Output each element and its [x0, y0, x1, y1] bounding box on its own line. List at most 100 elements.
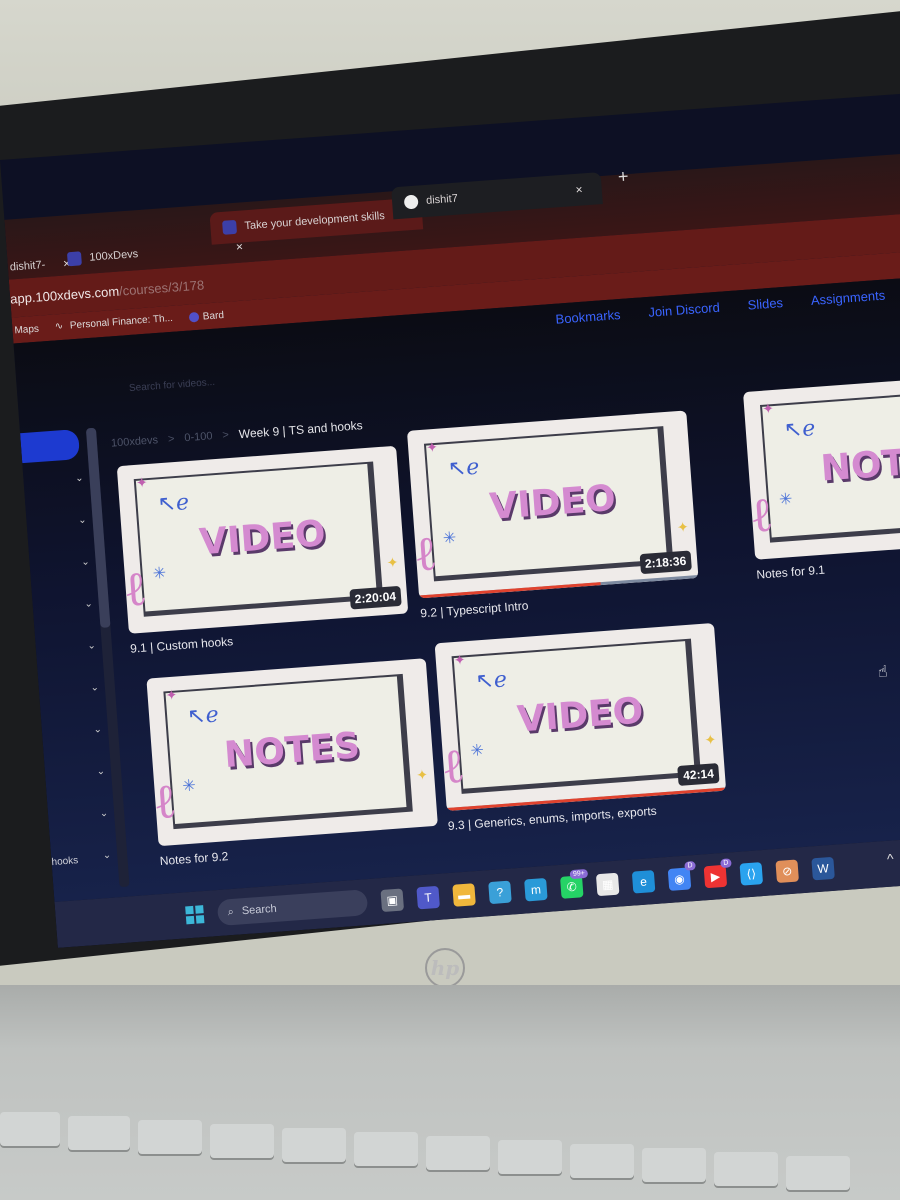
sidebar-item[interactable]: ⌄ — [36, 640, 103, 665]
duration-badge: 2:20:04 — [349, 585, 402, 610]
nav-bookmarks[interactable]: Bookmarks — [555, 307, 621, 327]
breadcrumb: 100xdevs > 0-100 > Week 9 | TS and hooks — [111, 418, 364, 450]
sidebar-item[interactable]: ⌄ — [39, 682, 106, 707]
breadcrumb-separator: > — [167, 432, 175, 446]
chevron-down-icon[interactable]: ⌄ — [84, 598, 93, 610]
sidebar-item[interactable]: ⌄ — [45, 766, 112, 791]
notes-card[interactable]: ✦ ↖ℯ ✳ ✦ ℓ NOTES Notes for 9.2 — [146, 658, 439, 868]
tab-label: Take your development skills — [244, 209, 386, 233]
bookmark-personal-finance[interactable]: ∿ Personal Finance: Th... — [54, 313, 173, 333]
notification-badge: D — [684, 860, 696, 871]
teams-icon[interactable]: T — [416, 885, 440, 910]
laptop-screen: dishit7- × 100xDevs × Take your developm… — [0, 91, 900, 948]
notes-card[interactable]: ✦ ↖ℯ ✳ ✦ ℓ NOTESNotes for 9.1 — [743, 371, 900, 582]
taskbar-search[interactable]: ⌕ Search — [216, 889, 369, 927]
swirl-icon: ℓ — [151, 772, 179, 831]
search-icon: ⌕ — [227, 905, 235, 918]
breadcrumb-0-100[interactable]: 0-100 — [184, 430, 213, 444]
video-card[interactable]: ✦ ↖ℯ ✳ ✦ ℓ VIDEO 2:18:36 9.2 | Typescript … — [406, 410, 700, 620]
key — [138, 1120, 202, 1154]
breadcrumb-100xdevs[interactable]: 100xdevs — [111, 434, 159, 449]
file-explorer-icon[interactable]: ▬ — [452, 883, 476, 907]
card-thumbnail[interactable]: ✦ ↖ℯ ✳ ✦ ℓ VIDEO 2:20:04 — [116, 445, 409, 634]
duration-badge: 2:18:36 — [639, 550, 692, 575]
hand-cursor-icon: ☝ — [877, 663, 889, 682]
chevron-down-icon[interactable]: ⌄ — [81, 557, 90, 569]
key — [0, 1112, 60, 1146]
chrome-icon[interactable]: ◉ D — [667, 860, 696, 891]
new-tab-button[interactable]: + — [617, 166, 629, 188]
curly-arrow-icon: ↖ℯ — [156, 489, 190, 517]
pin-icon: ✦ — [165, 686, 178, 704]
video-card[interactable]: ✦ ↖ℯ ✳ ✦ ℓ VIDEO 2:20:04 9.1 | Custom hook… — [116, 445, 410, 656]
keyboard — [0, 1100, 900, 1200]
vscode-icon[interactable]: ⟨⟩ — [739, 862, 764, 886]
sidebar-item[interactable]: ⌄ — [33, 598, 100, 623]
github-icon — [403, 194, 419, 210]
card-thumbnail[interactable]: ✦ ↖ℯ ✳ ✦ ℓ NOTES — [743, 371, 900, 560]
chevron-down-icon[interactable]: ⌄ — [87, 640, 96, 652]
key — [570, 1144, 634, 1178]
sidebar-item[interactable]: ⌄ — [26, 514, 93, 539]
curly-arrow-icon: ↖ℯ — [186, 701, 220, 729]
chevron-down-icon[interactable]: ⌄ — [93, 724, 102, 736]
key — [714, 1152, 778, 1186]
sparkle-icon: ✦ — [704, 731, 717, 748]
sidebar-item[interactable]: ⌄ — [42, 724, 109, 749]
sidebar-item-week-9[interactable]: hooks ⌄ — [51, 849, 118, 874]
help-icon[interactable]: ? — [488, 880, 512, 905]
card-thumbnail[interactable]: ✦ ↖ℯ ✳ ✦ ℓ NOTES — [146, 658, 438, 847]
nav-join-discord[interactable]: Join Discord — [648, 300, 720, 320]
chevron-down-icon[interactable]: ⌄ — [96, 766, 105, 778]
sidebar-item[interactable]: ⌄ — [23, 472, 90, 497]
breadcrumb-current: Week 9 | TS and hooks — [238, 418, 364, 442]
task-view-icon[interactable]: ▣ — [380, 888, 405, 913]
sidebar-item[interactable]: ⌄ — [48, 807, 115, 832]
edge-icon[interactable]: e — [631, 870, 656, 894]
bookmark-bard[interactable]: Bard — [188, 310, 224, 324]
mdp-app-icon[interactable]: m — [524, 877, 548, 902]
whatsapp-icon[interactable]: ✆ 99+ — [560, 868, 589, 899]
key — [786, 1156, 850, 1190]
chevron-down-icon[interactable]: ⌄ — [102, 850, 111, 862]
bard-icon — [188, 311, 200, 323]
curly-arrow-icon: ↖ℯ — [446, 453, 481, 481]
key — [642, 1148, 706, 1182]
bookmark-maps[interactable]: Maps — [14, 323, 39, 336]
hp-logo: hp — [425, 948, 465, 988]
windows-start-icon[interactable] — [185, 905, 205, 925]
nav-slides[interactable]: Slides — [747, 295, 783, 313]
tray-chevron-icon[interactable]: ^ — [886, 850, 894, 866]
chevron-down-icon[interactable]: ⌄ — [78, 515, 87, 527]
100xdevs-favicon-icon — [66, 251, 82, 267]
card-thumbnail[interactable]: ✦ ↖ℯ ✳ ✦ ℓ VIDEO 2:18:36 — [406, 410, 699, 599]
key — [354, 1132, 418, 1166]
chevron-down-icon[interactable]: ⌄ — [99, 808, 108, 820]
pin-icon: ✦ — [453, 651, 467, 669]
notification-badge: D — [720, 858, 732, 869]
postman-icon[interactable]: ⊘ — [775, 859, 799, 884]
tab-label: dishit7 — [425, 192, 459, 207]
app-page: Bookmarks Join Discord Slides Assignment… — [13, 274, 900, 903]
sparkle-icon: ✦ — [415, 766, 429, 784]
card-thumbnail[interactable]: ✦ ↖ℯ ✳ ✦ ℓ VIDEO 42:14 — [434, 622, 727, 812]
curly-arrow-icon: ↖ℯ — [782, 415, 817, 443]
video-card[interactable]: ✦ ↖ℯ ✳ ✦ ℓ VIDEO 42:14 9.3 | Generics, enu… — [434, 622, 728, 833]
key — [210, 1124, 274, 1158]
duration-badge: 42:14 — [677, 763, 720, 786]
swirl-icon: ℓ — [121, 560, 149, 619]
sidebar-item[interactable]: ⌄ — [29, 556, 96, 581]
notification-badge: 99+ — [569, 868, 589, 880]
curly-arrow-icon: ↖ℯ — [474, 666, 508, 694]
nav-assignments[interactable]: Assignments — [810, 288, 885, 308]
chevron-down-icon[interactable]: ⌄ — [90, 682, 99, 694]
sidebar-active-item[interactable] — [20, 429, 81, 464]
search-input[interactable]: Search for videos... — [124, 356, 425, 404]
word-icon[interactable]: W — [811, 856, 835, 881]
store-icon[interactable]: ▦ — [595, 872, 620, 897]
youtube-icon[interactable]: ▶ D — [703, 858, 732, 889]
swirl-icon: ℓ — [439, 737, 467, 796]
chevron-down-icon[interactable]: ⌄ — [75, 473, 84, 485]
swirl-icon: ℓ — [411, 525, 440, 583]
close-icon[interactable]: × — [575, 182, 583, 196]
